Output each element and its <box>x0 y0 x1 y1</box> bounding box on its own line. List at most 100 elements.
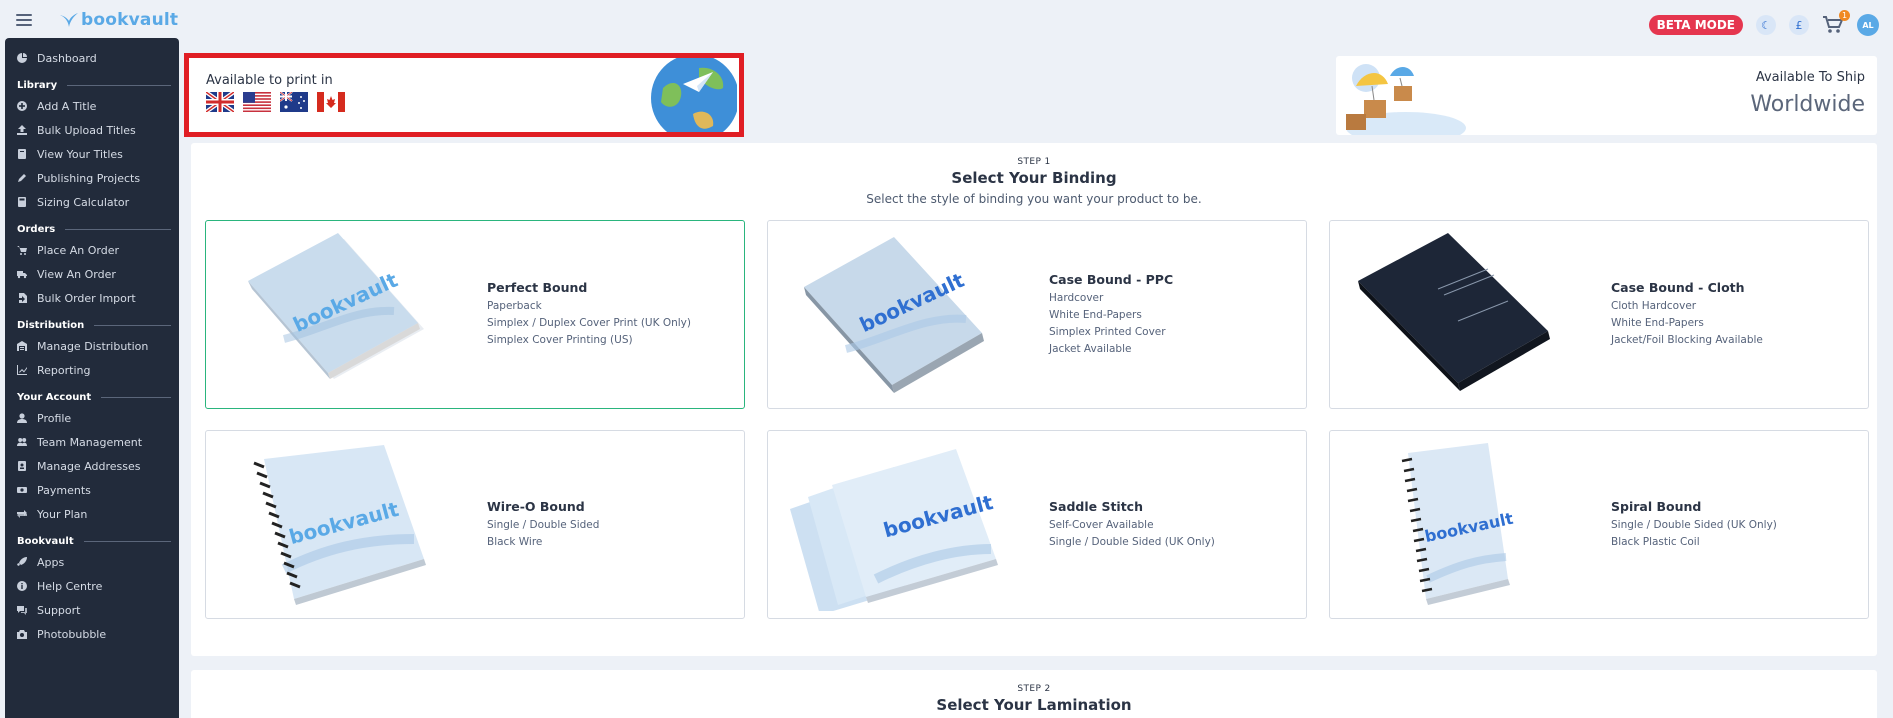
sidebar-section-label: Library <box>17 79 58 91</box>
sidebar-item-photobubble[interactable]: Photobubble <box>5 622 179 646</box>
binding-option-detail: Single / Double Sided (UK Only) <box>1049 535 1215 548</box>
binding-option-detail: Single / Double Sided (UK Only) <box>1611 518 1777 531</box>
sidebar-item-label: Add A Title <box>37 99 97 113</box>
sidebar-item-label: Bulk Upload Titles <box>37 123 136 137</box>
binding-option-detail: Self-Cover Available <box>1049 518 1154 531</box>
sidebar-item-profile[interactable]: Profile <box>5 406 179 430</box>
sidebar-item-bulk-upload-titles[interactable]: Bulk Upload Titles <box>5 118 179 142</box>
binding-option-case-bound-ppc[interactable]: bookvault Case Bound - PPC Hardcover White … <box>767 220 1307 409</box>
available-to-ship-banner: Available To Ship Worldwide <box>1336 56 1877 135</box>
binding-option-info: Spiral Bound Single / Double Sided (UK On… <box>1611 431 1777 618</box>
binding-option-name: Perfect Bound <box>487 280 588 295</box>
sidebar-item-label: Sizing Calculator <box>37 195 130 209</box>
cart-button[interactable]: 1 <box>1822 10 1850 35</box>
sidebar-item-label: Publishing Projects <box>37 171 141 185</box>
binding-option-detail: Black Wire <box>487 535 543 548</box>
calculator-icon <box>17 197 27 207</box>
sidebar-item-label: Payments <box>37 483 91 497</box>
sidebar-item-view-your-titles[interactable]: View Your Titles <box>5 142 179 166</box>
exchange-icon <box>17 509 27 519</box>
sidebar-item-label: Bulk Order Import <box>37 291 136 305</box>
binding-option-info: Case Bound - PPC Hardcover White End-Paper… <box>1049 221 1173 408</box>
step-title: Select Your Binding <box>951 169 1117 187</box>
address-book-icon <box>17 461 27 471</box>
user-icon <box>17 413 27 423</box>
sidebar-item-add-a-title[interactable]: Add A Title <box>5 94 179 118</box>
sidebar-item-label: Reporting <box>37 363 91 377</box>
sidebar-item-sizing-calculator[interactable]: Sizing Calculator <box>5 190 179 214</box>
sidebar-section-label: Distribution <box>17 319 85 331</box>
ship-availability-label: Available To Ship <box>1755 70 1865 85</box>
hamburger-menu-icon[interactable] <box>16 14 32 26</box>
beta-mode-badge[interactable]: BETA MODE <box>1648 15 1743 35</box>
sidebar-item-label: Profile <box>37 411 72 425</box>
binding-selection-panel: STEP 1 Select Your Binding Select the st… <box>191 143 1877 656</box>
logo-bird-icon <box>60 13 78 27</box>
binding-option-saddle-stitch[interactable]: bookvault Saddle Stitch Self-Cover Availab… <box>767 430 1307 619</box>
sidebar-section-label: Bookvault <box>17 535 74 547</box>
step-label: STEP 1 <box>1017 157 1051 167</box>
step-subtitle: Select the style of binding you want you… <box>866 192 1202 206</box>
binding-option-spiral-bound[interactable]: bookvault Spiral Bound Single / Double Sid… <box>1329 430 1869 619</box>
section-divider <box>67 84 171 86</box>
sidebar-section-title: Distribution <box>5 316 179 334</box>
binding-option-detail: Jacket/Foil Blocking Available <box>1611 334 1763 346</box>
sidebar-item-support[interactable]: Support <box>5 598 179 622</box>
sidebar-item-label: Help Centre <box>37 579 103 593</box>
sidebar-section-label: Orders <box>17 223 56 235</box>
binding-option-perfect-bound[interactable]: bookvault Perfect Bound Paperback Simplex /… <box>205 220 745 409</box>
sidebar-item-label: Place An Order <box>37 243 119 257</box>
binding-option-name: Case Bound - PPC <box>1049 271 1174 287</box>
binding-option-info: Wire-O Bound Single / Double Sided Black W… <box>487 431 599 618</box>
sidebar-section-title: Library <box>5 76 179 94</box>
binding-option-name: Spiral Bound <box>1611 498 1702 514</box>
upload-icon <box>17 125 27 135</box>
step-label: STEP 2 <box>1017 684 1051 694</box>
sidebar-item-your-plan[interactable]: Your Plan <box>5 502 179 526</box>
sidebar-item-label: View An Order <box>37 267 116 281</box>
sidebar-item-apps[interactable]: Apps <box>5 550 179 574</box>
parcel-delivery-illustration-icon <box>1346 64 1466 135</box>
binding-option-case-bound-cloth[interactable]: Case Bound - Cloth Cloth Hardcover White E… <box>1329 220 1869 409</box>
ship-availability-value: Worldwide <box>1750 92 1865 117</box>
sidebar-item-manage-addresses[interactable]: Manage Addresses <box>5 454 179 478</box>
sidebar-item-place-an-order[interactable]: Place An Order <box>5 238 179 262</box>
dark-mode-toggle-icon[interactable]: ☾ <box>1756 15 1776 35</box>
currency-icon[interactable]: £ <box>1789 15 1809 35</box>
top-bar: bookvault BETA MODE ☾ £ 1 AL <box>0 0 1893 40</box>
truck-icon <box>17 269 27 279</box>
sidebar-item-dashboard[interactable]: Dashboard <box>5 46 179 70</box>
sidebar-item-manage-distribution[interactable]: Manage Distribution <box>5 334 179 358</box>
sidebar-item-publishing-projects[interactable]: Publishing Projects <box>5 166 179 190</box>
binding-option-name: Wire-O Bound <box>487 498 585 514</box>
binding-options-grid: bookvault Perfect Bound Paperback Simplex /… <box>205 220 1869 619</box>
warehouse-icon <box>17 341 27 351</box>
binding-option-detail: Simplex / Duplex Cover Print (UK Only) <box>487 317 691 329</box>
sidebar-item-label: Manage Distribution <box>37 339 149 353</box>
sidebar-item-team-management[interactable]: Team Management <box>5 430 179 454</box>
sidebar-section-title: Bookvault <box>5 532 179 550</box>
dashboard-icon <box>17 53 27 63</box>
binding-option-detail: White End-Papers <box>1049 308 1142 321</box>
top-right-controls: BETA MODE ☾ £ 1 AL <box>1648 10 1879 36</box>
binding-option-wire-o-bound[interactable]: bookvault Wire-O Bound Single / Double Sid… <box>205 430 745 619</box>
sidebar-item-view-an-order[interactable]: View An Order <box>5 262 179 286</box>
sidebar-item-bulk-order-import[interactable]: Bulk Order Import <box>5 286 179 310</box>
sidebar-item-reporting[interactable]: Reporting <box>5 358 179 382</box>
country-flags <box>206 92 345 112</box>
binding-option-detail: Cloth Hardcover <box>1611 300 1697 312</box>
logo[interactable]: bookvault <box>59 10 178 30</box>
info-icon <box>17 581 27 591</box>
binding-option-name: Saddle Stitch <box>1049 498 1143 514</box>
sidebar-item-label: Dashboard <box>37 51 97 65</box>
sidebar-item-help-centre[interactable]: Help Centre <box>5 574 179 598</box>
binding-option-name: Case Bound - Cloth <box>1611 280 1745 295</box>
pen-icon <box>17 173 27 183</box>
plus-circle-icon <box>17 101 27 111</box>
avatar[interactable]: AL <box>1857 14 1879 36</box>
logo-text: bookvault <box>81 10 179 30</box>
section-divider <box>101 396 171 398</box>
sidebar-item-payments[interactable]: Payments <box>5 478 179 502</box>
binding-option-detail: Single / Double Sided <box>487 518 600 531</box>
binding-option-detail: Simplex Cover Printing (US) <box>487 334 633 346</box>
